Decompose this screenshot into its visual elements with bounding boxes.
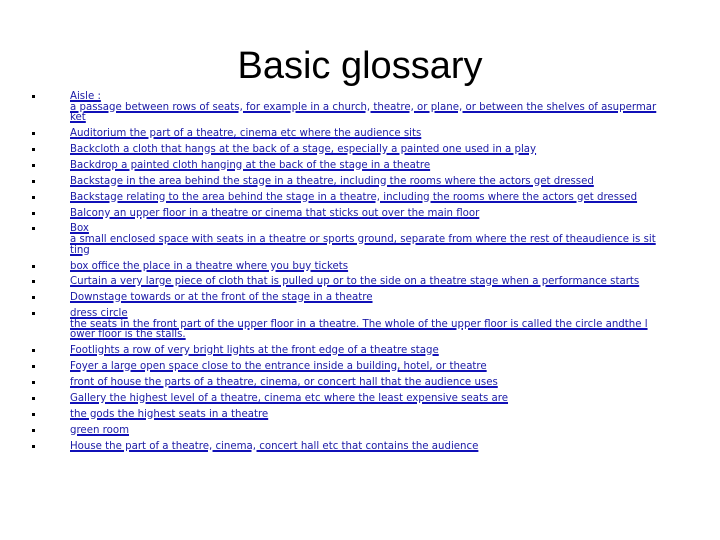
bullet-icon bbox=[32, 179, 35, 183]
glossary-text-line: Backstage relating to the area behind th… bbox=[70, 191, 638, 203]
glossary-link[interactable]: Auditorium the part of a theatre, cinema… bbox=[70, 128, 686, 140]
glossary-link[interactable]: green room bbox=[70, 424, 686, 437]
glossary-item: Balcony an upper floor in a theatre or c… bbox=[26, 207, 686, 220]
glossary-link[interactable]: box office the place in a theatre where … bbox=[70, 260, 686, 273]
glossary-text-line: a small enclosed space with seats in a t… bbox=[70, 234, 656, 246]
glossary-link[interactable]: Aisle :a passage between rows of seats, … bbox=[70, 91, 686, 124]
glossary-text-line: Gallery the highest level of a theatre, … bbox=[70, 392, 509, 404]
glossary-text-line: Auditorium the part of a theatre, cinema… bbox=[70, 128, 422, 140]
glossary-text-line: box office the place in a theatre where … bbox=[70, 260, 349, 272]
glossary-item: green room bbox=[26, 424, 686, 437]
bullet-icon bbox=[32, 428, 35, 432]
bullet-icon bbox=[32, 227, 35, 231]
bullet-icon bbox=[32, 381, 35, 385]
glossary-link[interactable]: Curtain a very large piece of cloth that… bbox=[70, 277, 686, 288]
glossary-link[interactable]: Foyer a large open space close to the en… bbox=[70, 362, 686, 373]
glossary-text-line: Backstage in the area behind the stage i… bbox=[70, 175, 594, 187]
glossary-item: Auditorium the part of a theatre, cinema… bbox=[26, 128, 686, 140]
glossary-text-line: green room bbox=[70, 424, 130, 436]
glossary-item: the gods the highest seats in a theatre bbox=[26, 408, 686, 421]
bullet-icon bbox=[32, 147, 35, 151]
bullet-icon bbox=[32, 396, 35, 400]
glossary-link[interactable]: Backstage in the area behind the stage i… bbox=[70, 175, 686, 188]
bullet-icon bbox=[32, 163, 35, 167]
bullet-icon bbox=[32, 280, 35, 284]
glossary-link[interactable]: Footlights a row of very bright lights a… bbox=[70, 346, 686, 357]
glossary-item: box office the place in a theatre where … bbox=[26, 260, 686, 273]
glossary-item: Backdrop a painted cloth hanging at the … bbox=[26, 159, 686, 172]
glossary-text-line: Backdrop a painted cloth hanging at the … bbox=[70, 159, 431, 171]
glossary-item: Aisle :a passage between rows of seats, … bbox=[26, 91, 686, 124]
glossary-link[interactable]: Backcloth a cloth that hangs at the back… bbox=[70, 143, 686, 156]
bullet-icon bbox=[32, 349, 35, 353]
glossary-item: House the part of a theatre, cinema, con… bbox=[26, 440, 686, 453]
glossary-link[interactable]: dress circle the seats in the front part … bbox=[70, 309, 686, 341]
bullet-icon bbox=[32, 312, 35, 316]
glossary-text-line: Footlights a row of very bright lights a… bbox=[70, 345, 439, 357]
glossary-text-line: ting bbox=[70, 244, 90, 256]
glossary-link[interactable]: Balcony an upper floor in a theatre or c… bbox=[70, 207, 686, 220]
glossary-item: Box a small enclosed space with seats in … bbox=[26, 224, 686, 256]
glossary-link[interactable]: Gallery the highest level of a theatre, … bbox=[70, 392, 686, 405]
glossary-link[interactable]: Downstage towards or at the front of the… bbox=[70, 293, 686, 304]
glossary-text-line: House the part of a theatre, cinema, con… bbox=[70, 440, 479, 452]
glossary-text-line: front of house the parts of a theatre, c… bbox=[70, 377, 498, 389]
glossary-item: front of house the parts of a theatre, c… bbox=[26, 377, 686, 389]
bullet-icon bbox=[32, 365, 35, 369]
glossary-item: Backstage relating to the area behind th… bbox=[26, 191, 686, 204]
glossary-text-line: Downstage towards or at the front of the… bbox=[70, 292, 373, 304]
glossary-text-line: Foyer a large open space close to the en… bbox=[70, 361, 487, 373]
glossary-item: Curtain a very large piece of cloth that… bbox=[26, 277, 686, 288]
glossary-item: Downstage towards or at the front of the… bbox=[26, 293, 686, 304]
bullet-icon bbox=[32, 264, 35, 268]
glossary-list: Aisle :a passage between rows of seats, … bbox=[26, 91, 686, 457]
bullet-icon bbox=[32, 412, 35, 416]
glossary-item: Backcloth a cloth that hangs at the back… bbox=[26, 143, 686, 156]
glossary-link[interactable]: the gods the highest seats in a theatre bbox=[70, 408, 686, 421]
glossary-item: Foyer a large open space close to the en… bbox=[26, 362, 686, 373]
bullet-icon bbox=[32, 95, 35, 98]
glossary-item: dress circle the seats in the front part … bbox=[26, 309, 686, 341]
glossary-item: Backstage in the area behind the stage i… bbox=[26, 175, 686, 188]
glossary-text-line: ower floor is the stalls. bbox=[70, 329, 186, 341]
glossary-text-line: a passage between rows of seats, for exa… bbox=[70, 101, 657, 113]
glossary-text-line: Backcloth a cloth that hangs at the back… bbox=[70, 143, 537, 155]
glossary-text-line: Curtain a very large piece of cloth that… bbox=[70, 276, 640, 288]
slide-title: Basic glossary bbox=[237, 45, 483, 87]
glossary-link[interactable]: Box a small enclosed space with seats in … bbox=[70, 224, 686, 256]
glossary-link[interactable]: House the part of a theatre, cinema, con… bbox=[70, 440, 686, 453]
glossary-text-line: Aisle : bbox=[70, 91, 101, 102]
glossary-link[interactable]: Backstage relating to the area behind th… bbox=[70, 191, 686, 204]
bullet-icon bbox=[32, 132, 35, 136]
glossary-text-line: the gods the highest seats in a theatre bbox=[70, 408, 269, 420]
glossary-text-line: ket bbox=[70, 112, 86, 124]
glossary-text-line: Balcony an upper floor in a theatre or c… bbox=[70, 207, 480, 219]
glossary-item: Footlights a row of very bright lights a… bbox=[26, 346, 686, 357]
glossary-link[interactable]: Backdrop a painted cloth hanging at the … bbox=[70, 159, 686, 172]
glossary-link[interactable]: front of house the parts of a theatre, c… bbox=[70, 377, 686, 389]
glossary-item: Gallery the highest level of a theatre, … bbox=[26, 392, 686, 405]
bullet-icon bbox=[32, 296, 35, 300]
bullet-icon bbox=[32, 444, 35, 448]
bullet-icon bbox=[32, 211, 35, 215]
bullet-icon bbox=[32, 195, 35, 199]
